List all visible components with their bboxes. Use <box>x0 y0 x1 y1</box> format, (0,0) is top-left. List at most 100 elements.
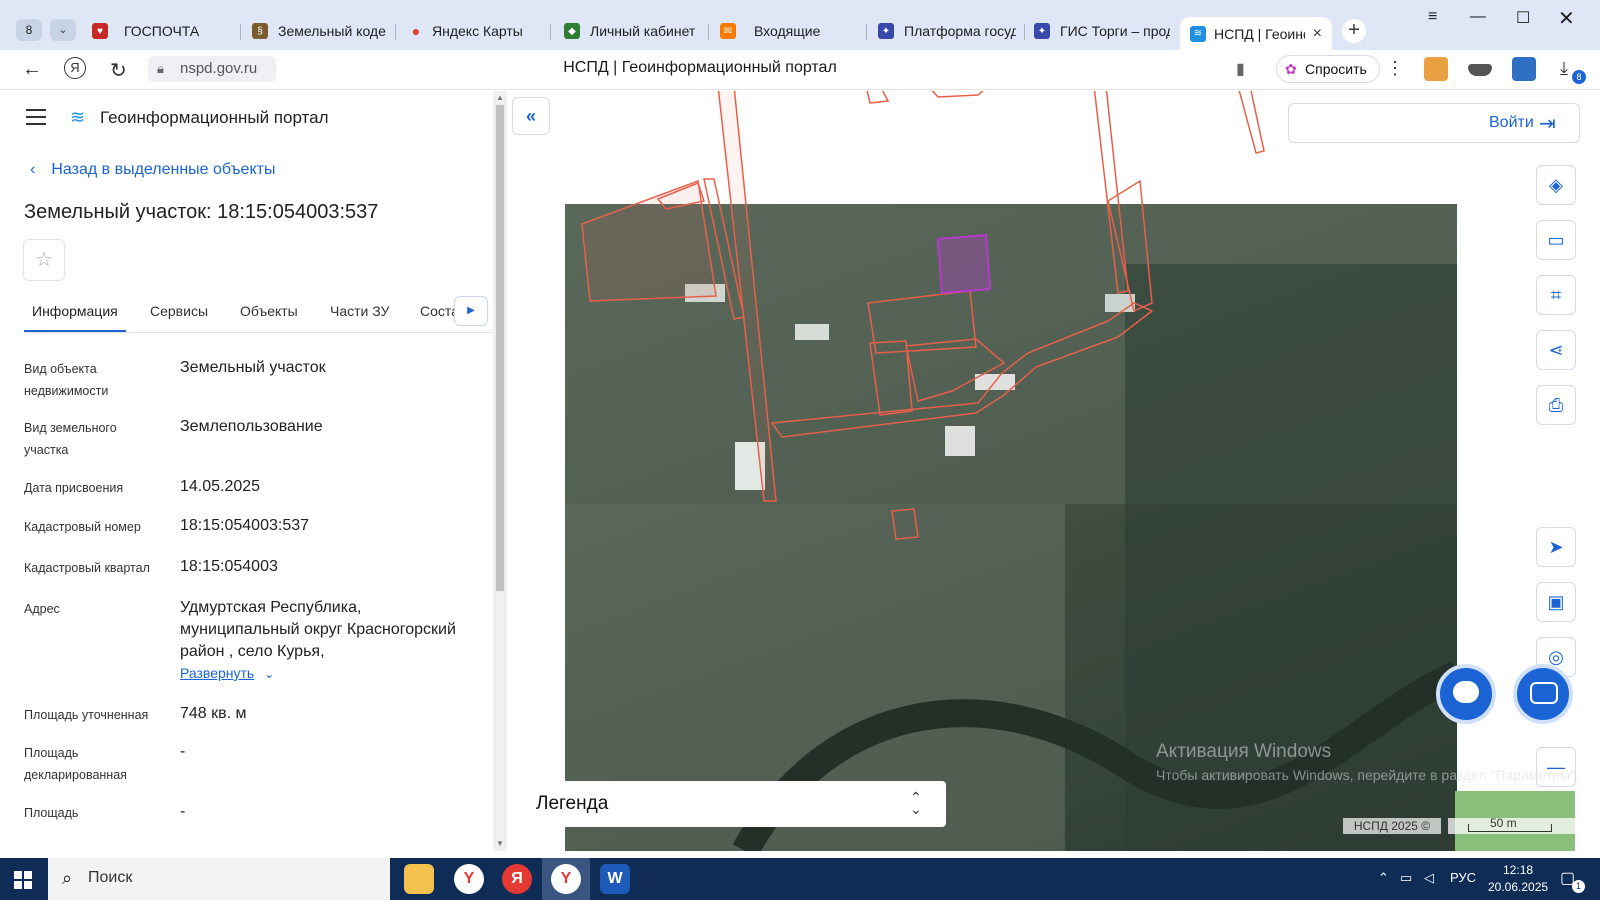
expand-collapse-icon[interactable]: ⌃ ⌄ <box>910 790 922 816</box>
field-value: 14.05.2025 <box>180 478 261 495</box>
clock[interactable]: 12:18 20.06.2025 <box>1488 862 1548 896</box>
emblem-icon: ✦ <box>878 23 894 39</box>
word-icon[interactable]: W <box>600 864 630 894</box>
chat-bubble-icon <box>1453 681 1479 703</box>
law-icon: § <box>252 23 268 39</box>
tab-services[interactable]: Сервисы <box>150 303 208 319</box>
downloads-icon[interactable]: ⤓ <box>1560 58 1568 79</box>
selected-parcel[interactable] <box>936 233 992 295</box>
file-explorer-icon[interactable] <box>404 864 434 894</box>
active-tab-indicator <box>24 330 126 332</box>
taskbar-search[interactable]: ⌕ Поиск <box>48 858 390 900</box>
tab-separator <box>1024 24 1025 40</box>
map-copyright: НСПД 2025 © <box>1343 818 1441 834</box>
notification-badge: 1 <box>1572 880 1585 893</box>
tab-separator <box>866 24 867 40</box>
expand-address-link[interactable]: Развернуть ⌄ <box>180 665 274 683</box>
field-label: Площадь <box>24 806 79 820</box>
hamburger-menu-icon[interactable] <box>26 109 46 130</box>
extension-icon[interactable] <box>1424 57 1448 81</box>
tab-gov-platform[interactable]: ✦ Платформа госуда <box>878 17 1016 45</box>
windows-activation-watermark: Активация Windows Чтобы активировать Win… <box>1156 741 1579 783</box>
tab-separator <box>240 24 241 40</box>
scroll-down-icon[interactable]: ▼ <box>496 839 504 848</box>
field-label: Кадастровый номер <box>24 520 141 534</box>
tab-inbox[interactable]: ✉ Входящие <box>720 17 850 45</box>
yandex-browser-icon[interactable]: Y <box>454 864 484 894</box>
tab-information[interactable]: Информация <box>32 303 118 319</box>
portal-name: Геоинформационный портал <box>100 108 329 127</box>
ask-button[interactable]: ✿ Спросить <box>1276 55 1380 83</box>
search-icon: ⌕ <box>62 868 73 888</box>
chevron-left-icon: ‹ <box>30 161 36 178</box>
tray-chevron-icon[interactable]: ⌃ <box>1378 870 1389 886</box>
address-bar-row: ← Я ↻ 🔒︎ nspd.gov.ru НСПД | Геоинформаци… <box>0 50 1600 90</box>
windows-start-button[interactable] <box>14 871 32 889</box>
tab-yandex-maps[interactable]: ● Яндекс Карты <box>408 17 538 45</box>
tab-menu-icon[interactable]: ≡ <box>1428 8 1437 26</box>
layers-icon: ◈ <box>1549 175 1563 195</box>
downloads-badge: 8 <box>1572 70 1586 84</box>
network-icon[interactable]: ▭ <box>1400 870 1412 886</box>
field-value: 748 кв. м <box>180 705 247 722</box>
shield-icon: ◆ <box>564 23 580 39</box>
login-button[interactable]: Войти ⇥ <box>1288 103 1580 143</box>
extension-translate-icon[interactable] <box>1512 57 1536 81</box>
scroll-up-icon[interactable]: ▲ <box>496 93 504 102</box>
language-indicator[interactable]: РУС <box>1450 870 1476 885</box>
field-label: Площадь уточненная <box>24 708 149 722</box>
bookmark-icon[interactable]: ▮ <box>1236 59 1245 79</box>
sparkle-icon: ✿ <box>1285 61 1297 77</box>
object-title: Земельный участок: 18:15:054003:537 <box>24 201 379 223</box>
print-button[interactable]: ⎙ <box>1536 385 1576 425</box>
field-label: Адрес <box>24 602 60 616</box>
share-icon: ⋖ <box>1548 340 1564 360</box>
favorite-star-button[interactable]: ☆ <box>23 239 65 281</box>
new-tab-button[interactable]: + <box>1342 19 1366 43</box>
collapse-panel-button[interactable]: « <box>512 97 550 135</box>
map-view[interactable]: « Войти ⇥ ◈ ▭ ⌗ ⋖ ⎙ ➤ ▣ ◎ — Активация Wi… <box>508 91 1600 851</box>
scrollbar-thumb[interactable] <box>496 105 504 591</box>
yandex-icon[interactable]: Я <box>502 864 532 894</box>
area-search-button[interactable]: ⌗ <box>1536 275 1576 315</box>
tab-count-button[interactable]: 8 <box>16 19 42 41</box>
share-button[interactable]: ⋖ <box>1536 330 1576 370</box>
assistant-button[interactable] <box>1513 664 1573 724</box>
tab-land-code[interactable]: § Земельный кодекс <box>252 17 386 45</box>
back-to-selected-link[interactable]: ‹ Назад в выделенные объекты <box>30 161 275 179</box>
tabs-dropdown-button[interactable]: ⌄ <box>50 19 76 41</box>
map-pin-icon: ● <box>411 23 421 39</box>
field-value: - <box>180 803 186 820</box>
more-options-icon[interactable]: ⋮ <box>1386 58 1404 79</box>
tab-objects[interactable]: Объекты <box>240 303 298 319</box>
tab-nspd-active[interactable]: ≋ НСПД | Геоинфо × <box>1180 17 1332 50</box>
basemap-button[interactable]: ▣ <box>1536 582 1576 622</box>
star-icon: ☆ <box>35 249 53 271</box>
close-window-icon[interactable]: ✕ <box>1558 6 1575 31</box>
tab-gis-torgi[interactable]: ✦ ГИС Торги – прода <box>1034 17 1170 45</box>
chevron-down-icon: ⌄ <box>264 667 275 681</box>
volume-icon[interactable]: ◁ <box>1424 870 1434 886</box>
maximize-icon[interactable]: ☐ <box>1516 8 1530 28</box>
close-tab-icon[interactable]: × <box>1313 25 1322 43</box>
layers-button[interactable]: ◈ <box>1536 165 1576 205</box>
yandex-browser-active-icon[interactable]: Y <box>551 864 581 894</box>
geolocation-button[interactable]: ➤ <box>1536 527 1576 567</box>
measure-button[interactable]: ▭ <box>1536 220 1576 260</box>
field-value: Удмуртская Республика, муниципальный окр… <box>180 599 456 660</box>
chat-button[interactable] <box>1436 664 1496 724</box>
select-area-icon: ⌗ <box>1550 285 1562 305</box>
minimize-icon[interactable]: — <box>1470 8 1486 26</box>
extension-mask-icon[interactable] <box>1468 64 1492 76</box>
legend-panel[interactable]: Легенда ⌃ ⌄ <box>520 781 946 827</box>
tab-personal-cabinet[interactable]: ◆ Личный кабинет <box>564 17 698 45</box>
navigation-arrow-icon: ➤ <box>1548 537 1564 557</box>
tab-parts[interactable]: Части ЗУ <box>330 303 389 319</box>
tab-separator <box>395 24 396 40</box>
panel-scrollbar[interactable]: ▲ ▼ <box>493 91 507 851</box>
tabs-scroll-right-button[interactable]: ▶ <box>454 296 488 326</box>
tab-gospochta[interactable]: ♥ ГОСПОЧТА <box>92 17 232 45</box>
browser-tab-strip: 8 ⌄ ♥ ГОСПОЧТА § Земельный кодекс ● Янде… <box>0 0 1600 50</box>
object-info-panel: ≋ Геоинформационный портал ‹ Назад в выде… <box>0 91 508 851</box>
field-label: Вид земельного участка <box>24 421 117 457</box>
